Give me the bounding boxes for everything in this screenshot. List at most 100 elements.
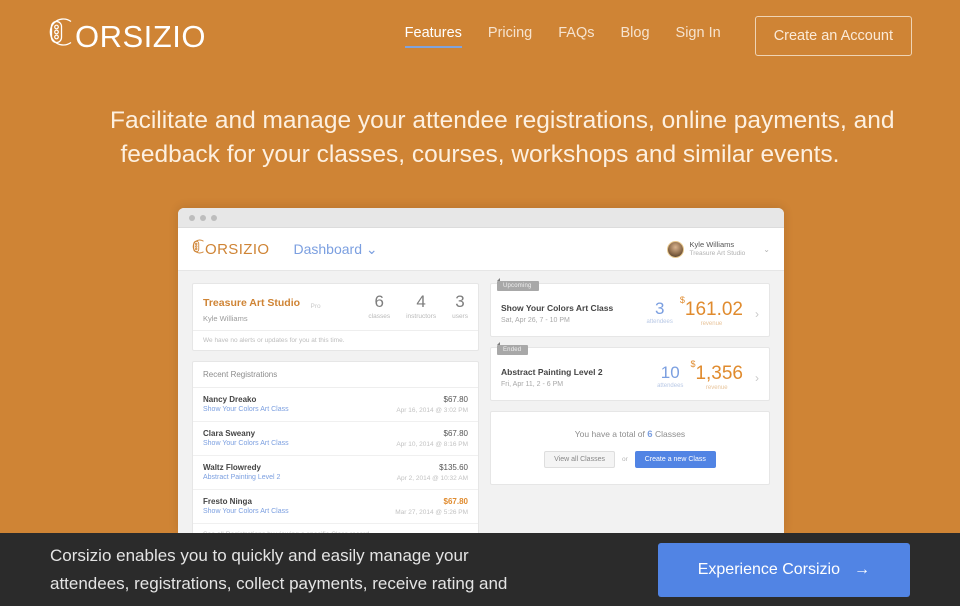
window-minimize-icon[interactable]	[200, 214, 206, 221]
class-attendees-value: 3	[654, 299, 665, 318]
classes-total-count: 6	[647, 429, 653, 440]
registration-name: Nancy Dreako	[203, 395, 257, 404]
chevron-right-icon[interactable]: ›	[755, 307, 759, 321]
class-attendees-label: attendees	[657, 383, 684, 389]
chevron-right-icon[interactable]: ›	[755, 371, 759, 385]
class-card-upcoming[interactable]: Upcoming Show Your Colors Art Class Sat,…	[489, 278, 770, 337]
registration-info: Clara Sweany Show Your Colors Art Class	[203, 429, 396, 448]
cta-band-line-1: Corsizio enables you to quickly and easi…	[50, 546, 469, 566]
class-title: Abstract Painting Level 2	[500, 367, 603, 377]
arrow-right-icon: →	[854, 560, 870, 578]
class-date: Fri, Apr 11, 2 - 6 PM	[500, 381, 564, 388]
class-revenue-amount: 1,356	[695, 363, 743, 384]
registration-class-link[interactable]: Show Your Colors Art Class	[203, 406, 396, 413]
classes-total-prefix: You have a total of	[574, 429, 645, 439]
stat-users: 3 users	[452, 293, 468, 320]
corsizio-c-icon	[48, 15, 74, 57]
stat-instructors-label: instructors	[406, 313, 437, 320]
class-metrics: 3 attendees $161.02 revenue ›	[647, 295, 760, 327]
site-header: ORSIZIO Features Pricing FAQs Blog Sign …	[0, 0, 960, 72]
class-title: Show Your Colors Art Class	[500, 303, 614, 313]
browser-titlebar	[178, 208, 784, 228]
nav-item-faqs[interactable]: FAQs	[558, 25, 594, 48]
window-close-icon[interactable]	[189, 214, 195, 221]
studio-summary-card: Treasure Art Studio Pro Kyle Williams 6 …	[192, 283, 479, 351]
class-metrics: 10 attendees $1,356 revenue ›	[657, 359, 759, 391]
dashboard-right-column: Upcoming Show Your Colors Art Class Sat,…	[489, 278, 770, 533]
registration-amount: $135.60	[439, 463, 468, 472]
class-info: Abstract Painting Level 2 Fri, Apr 11, 2…	[501, 367, 603, 388]
chevron-down-icon: ⌄	[763, 244, 770, 254]
class-card-content: Abstract Painting Level 2 Fri, Apr 11, 2…	[501, 359, 759, 391]
registration-class-link[interactable]: Abstract Painting Level 2	[203, 474, 397, 481]
chevron-down-icon: ⌄	[365, 240, 378, 257]
window-maximize-icon[interactable]	[211, 214, 217, 221]
nav-item-blog[interactable]: Blog	[621, 25, 650, 48]
dashboard-body: Treasure Art Studio Pro Kyle Williams 6 …	[178, 271, 784, 533]
cta-band-line-2: attendees, registrations, collect paymen…	[50, 573, 508, 593]
registration-date: Apr 16, 2014 @ 3:02 PM	[396, 407, 468, 414]
studio-alerts-note: We have no alerts or updates for you at …	[193, 330, 478, 350]
classes-total-card: You have a total of 6 Classes View all C…	[489, 411, 770, 485]
class-card-ended[interactable]: Ended Abstract Painting Level 2 Fri, Apr…	[489, 342, 770, 401]
registration-date: Mar 27, 2014 @ 5:26 PM	[395, 509, 468, 516]
recent-registrations-header: Recent Registrations	[193, 362, 478, 388]
registration-name: Waltz Flowredy	[203, 463, 261, 472]
app-dashboard-label: Dashboard	[293, 240, 362, 257]
class-date: Sat, Apr 26, 7 - 10 PM	[500, 317, 570, 324]
classes-total-suffix: Classes	[654, 429, 686, 439]
stat-users-value: 3	[455, 292, 465, 311]
main-nav: Features Pricing FAQs Blog Sign In Creat…	[404, 16, 912, 56]
nav-item-pricing[interactable]: Pricing	[488, 25, 532, 48]
table-row[interactable]: Waltz Flowredy Abstract Painting Level 2…	[193, 456, 478, 490]
nav-item-sign-in[interactable]: Sign In	[676, 25, 721, 48]
class-revenue-value: $161.02	[680, 295, 743, 320]
class-card-content: Show Your Colors Art Class Sat, Apr 26, …	[500, 295, 760, 327]
class-attendees: 3 attendees	[647, 300, 673, 325]
site-logo-text: ORSIZIO	[75, 18, 206, 54]
class-revenue-amount: 161.02	[684, 299, 743, 320]
registration-name: Fresto Ninga	[203, 497, 252, 506]
experience-corsizio-button[interactable]: Experience Corsizio →	[657, 542, 910, 597]
dashboard-screenshot: ORSIZIO Dashboard ⌄ Kyle Williams Treasu…	[178, 208, 784, 533]
view-all-classes-button[interactable]: View all Classes	[544, 451, 615, 468]
registration-class-link[interactable]: Show Your Colors Art Class	[203, 440, 396, 447]
registration-info: Waltz Flowredy Abstract Painting Level 2	[203, 463, 397, 482]
nav-item-features[interactable]: Features	[404, 25, 463, 48]
app-user-name: Kyle Williams	[689, 240, 735, 250]
app-corsizio-c-icon	[192, 238, 205, 260]
stat-users-label: users	[452, 313, 468, 320]
table-row[interactable]: Clara Sweany Show Your Colors Art Class …	[193, 422, 478, 456]
experience-corsizio-label: Experience Corsizio	[697, 560, 840, 578]
classes-total-text: You have a total of 6 Classes	[501, 429, 759, 440]
cta-band-inner: Corsizio enables you to quickly and easi…	[0, 533, 960, 606]
hero-headline: Facilitate and manage your attendee regi…	[0, 104, 960, 172]
hero-line-1: Facilitate and manage your attendee regi…	[110, 107, 895, 134]
create-new-class-button[interactable]: Create a new Class	[634, 451, 716, 468]
registration-class-link[interactable]: Show Your Colors Art Class	[203, 508, 395, 515]
app-dashboard-dropdown[interactable]: Dashboard ⌄	[293, 241, 377, 258]
table-row[interactable]: Nancy Dreako Show Your Colors Art Class …	[193, 388, 478, 422]
app-user-menu[interactable]: Kyle Williams Treasure Art Studio ⌄	[666, 240, 770, 258]
app-user-text: Kyle Williams Treasure Art Studio	[690, 240, 746, 258]
studio-owner: Kyle Williams	[203, 314, 248, 323]
app-logo[interactable]: ORSIZIO	[192, 238, 269, 260]
site-logo[interactable]: ORSIZIO	[48, 15, 206, 57]
registration-amount: $67.80	[443, 429, 468, 438]
dashboard-left-column: Treasure Art Studio Pro Kyle Williams 6 …	[192, 283, 479, 533]
avatar	[666, 240, 684, 258]
create-account-button[interactable]: Create an Account	[754, 16, 912, 56]
currency-symbol: $	[679, 294, 685, 305]
class-attendees-value: 10	[660, 363, 680, 382]
app-user-studio: Treasure Art Studio	[689, 249, 746, 257]
studio-summary-top: Treasure Art Studio Pro Kyle Williams 6 …	[193, 284, 478, 330]
stat-classes-label: classes	[368, 313, 391, 320]
registration-info: Nancy Dreako Show Your Colors Art Class	[203, 395, 396, 414]
registration-info: Fresto Ninga Show Your Colors Art Class	[203, 497, 395, 516]
registration-meta: $67.80 Apr 16, 2014 @ 3:02 PM	[396, 395, 468, 414]
registration-meta: $67.80 Mar 27, 2014 @ 5:26 PM	[395, 497, 468, 516]
class-attendees: 10 attendees	[657, 364, 683, 389]
table-row[interactable]: Fresto Ninga Show Your Colors Art Class …	[193, 490, 478, 524]
class-revenue-label: revenue	[700, 321, 723, 327]
cta-band-text: Corsizio enables you to quickly and easi…	[50, 542, 507, 596]
